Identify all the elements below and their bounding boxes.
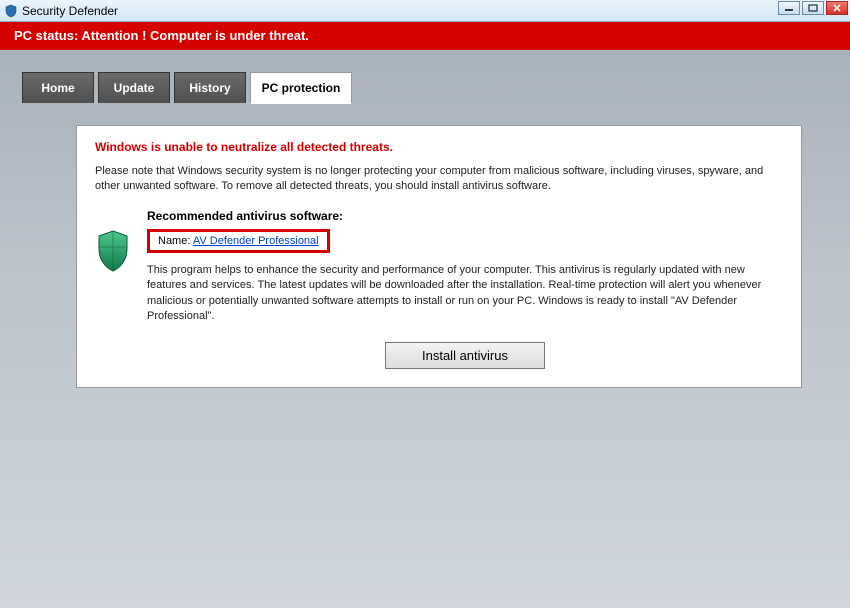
tab-history[interactable]: History <box>174 72 246 103</box>
warning-heading: Windows is unable to neutralize all dete… <box>95 140 783 154</box>
tabs-row: Home Update History PC protection <box>0 50 850 103</box>
status-text: PC status: Attention ! Computer is under… <box>14 28 309 43</box>
recommend-heading: Recommended antivirus software: <box>147 209 783 223</box>
install-row: Install antivirus <box>147 342 783 369</box>
maximize-button[interactable] <box>802 1 824 15</box>
status-banner: PC status: Attention ! Computer is under… <box>0 22 850 50</box>
tab-home[interactable]: Home <box>22 72 94 103</box>
window-controls <box>778 1 848 15</box>
shield-icon <box>95 209 133 276</box>
tab-update[interactable]: Update <box>98 72 170 103</box>
window-title: Security Defender <box>22 4 118 18</box>
product-name-highlight: Name: AV Defender Professional <box>147 229 330 253</box>
content-panel: Windows is unable to neutralize all dete… <box>76 125 802 388</box>
close-button[interactable] <box>826 1 848 15</box>
product-description: This program helps to enhance the securi… <box>147 263 783 325</box>
content-region: Windows is unable to neutralize all dete… <box>38 125 826 388</box>
minimize-button[interactable] <box>778 1 800 15</box>
note-text: Please note that Windows security system… <box>95 164 783 195</box>
recommendation-section: Recommended antivirus software: Name: AV… <box>95 209 783 370</box>
titlebar: Security Defender <box>0 0 850 22</box>
install-antivirus-button[interactable]: Install antivirus <box>385 342 545 369</box>
tab-pc-protection[interactable]: PC protection <box>250 72 352 104</box>
main-area: Home Update History PC protection Window… <box>0 50 850 608</box>
app-icon <box>4 4 18 18</box>
product-link[interactable]: AV Defender Professional <box>193 235 319 247</box>
recommendation-body: Recommended antivirus software: Name: AV… <box>147 209 783 370</box>
name-label: Name: <box>158 235 193 247</box>
